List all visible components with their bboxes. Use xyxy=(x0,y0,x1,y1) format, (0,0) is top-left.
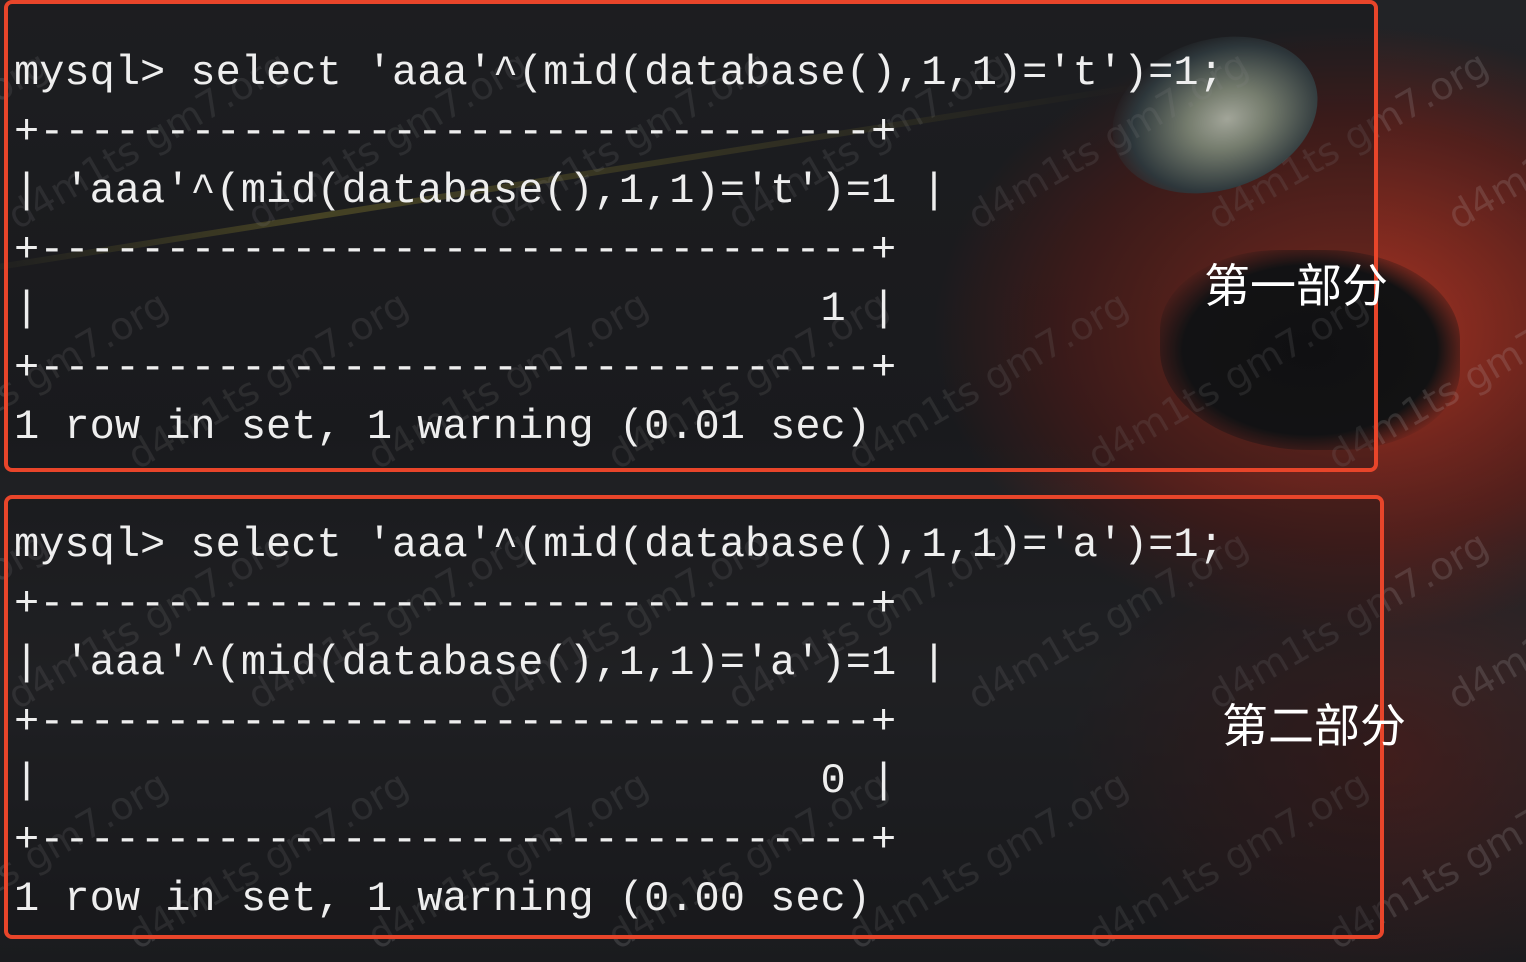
terminal-line: 1 row in set, 1 warning (0.00 sec) xyxy=(14,875,871,923)
terminal-line: +---------------------------------+ xyxy=(14,816,897,864)
terminal-line: 1 row in set, 1 warning (0.01 sec) xyxy=(14,403,871,451)
part2-label: 第二部分 xyxy=(1222,699,1406,753)
terminal-output-part2: mysql> select 'aaa'^(mid(database(),1,1)… xyxy=(14,516,1224,929)
terminal-line: | 1 | xyxy=(14,285,897,333)
terminal-line: +---------------------------------+ xyxy=(14,698,897,746)
terminal-line: +---------------------------------+ xyxy=(14,226,897,274)
terminal-line: mysql> select 'aaa'^(mid(database(),1,1)… xyxy=(14,49,1224,97)
terminal-line: | 0 | xyxy=(14,757,897,805)
terminal-output-part1: mysql> select 'aaa'^(mid(database(),1,1)… xyxy=(14,44,1224,457)
terminal-line: mysql> select 'aaa'^(mid(database(),1,1)… xyxy=(14,521,1224,569)
terminal-line: +---------------------------------+ xyxy=(14,344,897,392)
terminal-line: +---------------------------------+ xyxy=(14,580,897,628)
terminal-line: | 'aaa'^(mid(database(),1,1)='t')=1 | xyxy=(14,167,947,215)
part1-label: 第一部分 xyxy=(1204,259,1388,313)
terminal-line: +---------------------------------+ xyxy=(14,108,897,156)
terminal-line: | 'aaa'^(mid(database(),1,1)='a')=1 | xyxy=(14,639,947,687)
